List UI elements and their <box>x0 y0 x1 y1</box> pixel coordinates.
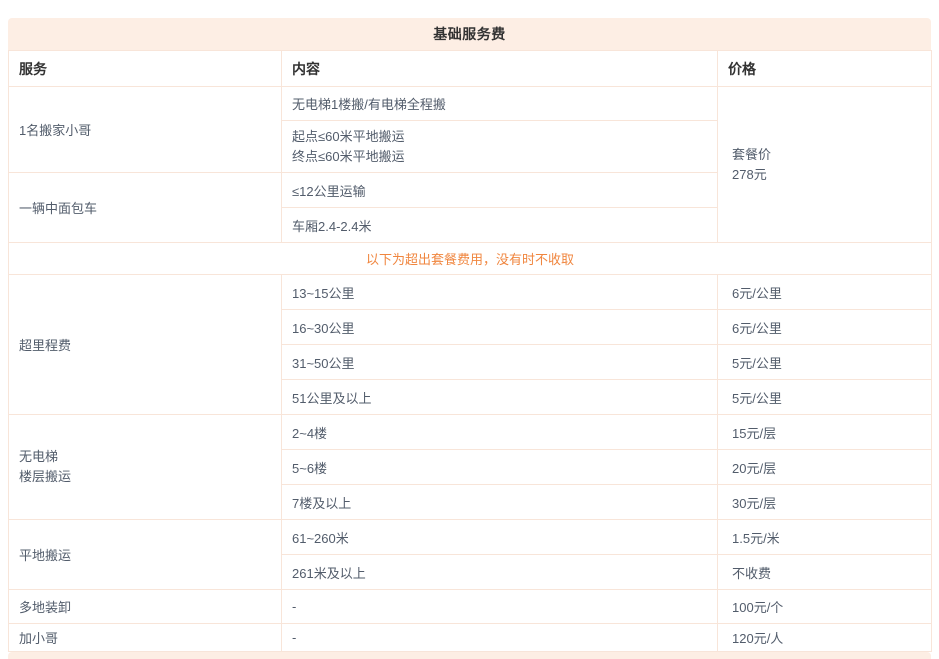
package-price-label: 套餐价 <box>732 145 921 165</box>
package-price-cell: 套餐价 278元 <box>718 87 932 243</box>
content-cell: 261米及以上 <box>282 555 718 590</box>
service-cell: 加小哥 <box>9 624 282 652</box>
column-header-price: 价格 <box>718 51 932 87</box>
content-cell: 2~4楼 <box>282 415 718 450</box>
price-cell: 15元/层 <box>718 415 932 450</box>
content-cell: - <box>282 590 718 624</box>
content-cell: 31~50公里 <box>282 345 718 380</box>
content-cell: - <box>282 624 718 652</box>
table-row: 多地装卸 - 100元/个 <box>9 590 932 624</box>
table-row: 平地搬运 61~260米 1.5元/米 <box>9 520 932 555</box>
content-cell: 51公里及以上 <box>282 380 718 415</box>
content-cell: 16~30公里 <box>282 310 718 345</box>
price-cell: 100元/个 <box>718 590 932 624</box>
price-cell: 20元/层 <box>718 450 932 485</box>
column-header-service: 服务 <box>9 51 282 87</box>
price-cell: 6元/公里 <box>718 310 932 345</box>
pricing-card: 基础服务费 服务 内容 价格 1名搬家小哥 无电梯1楼搬/有电梯全程搬 套餐价 … <box>8 18 931 659</box>
note-text: 以下为超出套餐费用，没有时不收取 <box>9 243 932 275</box>
price-cell: 30元/层 <box>718 485 932 520</box>
pricing-table: 服务 内容 价格 1名搬家小哥 无电梯1楼搬/有电梯全程搬 套餐价 278元 起… <box>8 50 932 652</box>
table-row: 超里程费 13~15公里 6元/公里 <box>9 275 932 310</box>
content-cell: 起点≤60米平地搬运 终点≤60米平地搬运 <box>282 121 718 173</box>
content-cell: 无电梯1楼搬/有电梯全程搬 <box>282 87 718 121</box>
content-line: 终点≤60米平地搬运 <box>292 147 707 167</box>
table-row: 1名搬家小哥 无电梯1楼搬/有电梯全程搬 套餐价 278元 <box>9 87 932 121</box>
note-row: 以下为超出套餐费用，没有时不收取 <box>9 243 932 275</box>
table-row: 加小哥 - 120元/人 <box>9 624 932 652</box>
service-line: 无电梯 <box>19 447 271 467</box>
content-line: 起点≤60米平地搬运 <box>292 127 707 147</box>
content-cell: 13~15公里 <box>282 275 718 310</box>
service-cell: 平地搬运 <box>9 520 282 590</box>
column-header-content: 内容 <box>282 51 718 87</box>
content-cell: ≤12公里运输 <box>282 173 718 208</box>
table-row: 无电梯 楼层搬运 2~4楼 15元/层 <box>9 415 932 450</box>
service-cell: 一辆中面包车 <box>9 173 282 243</box>
service-line: 楼层搬运 <box>19 467 271 487</box>
content-cell: 61~260米 <box>282 520 718 555</box>
service-cell: 1名搬家小哥 <box>9 87 282 173</box>
package-price-value: 278元 <box>732 165 921 185</box>
price-cell: 120元/人 <box>718 624 932 652</box>
table-title: 基础服务费 <box>8 18 931 50</box>
content-cell: 5~6楼 <box>282 450 718 485</box>
price-cell: 不收费 <box>718 555 932 590</box>
price-cell: 5元/公里 <box>718 345 932 380</box>
column-header-row: 服务 内容 价格 <box>9 51 932 87</box>
service-cell: 超里程费 <box>9 275 282 415</box>
price-cell: 5元/公里 <box>718 380 932 415</box>
price-cell: 1.5元/米 <box>718 520 932 555</box>
content-cell: 车厢2.4-2.4米 <box>282 208 718 243</box>
next-section-header-partial <box>8 652 931 659</box>
service-cell: 多地装卸 <box>9 590 282 624</box>
price-cell: 6元/公里 <box>718 275 932 310</box>
content-cell: 7楼及以上 <box>282 485 718 520</box>
service-cell: 无电梯 楼层搬运 <box>9 415 282 520</box>
